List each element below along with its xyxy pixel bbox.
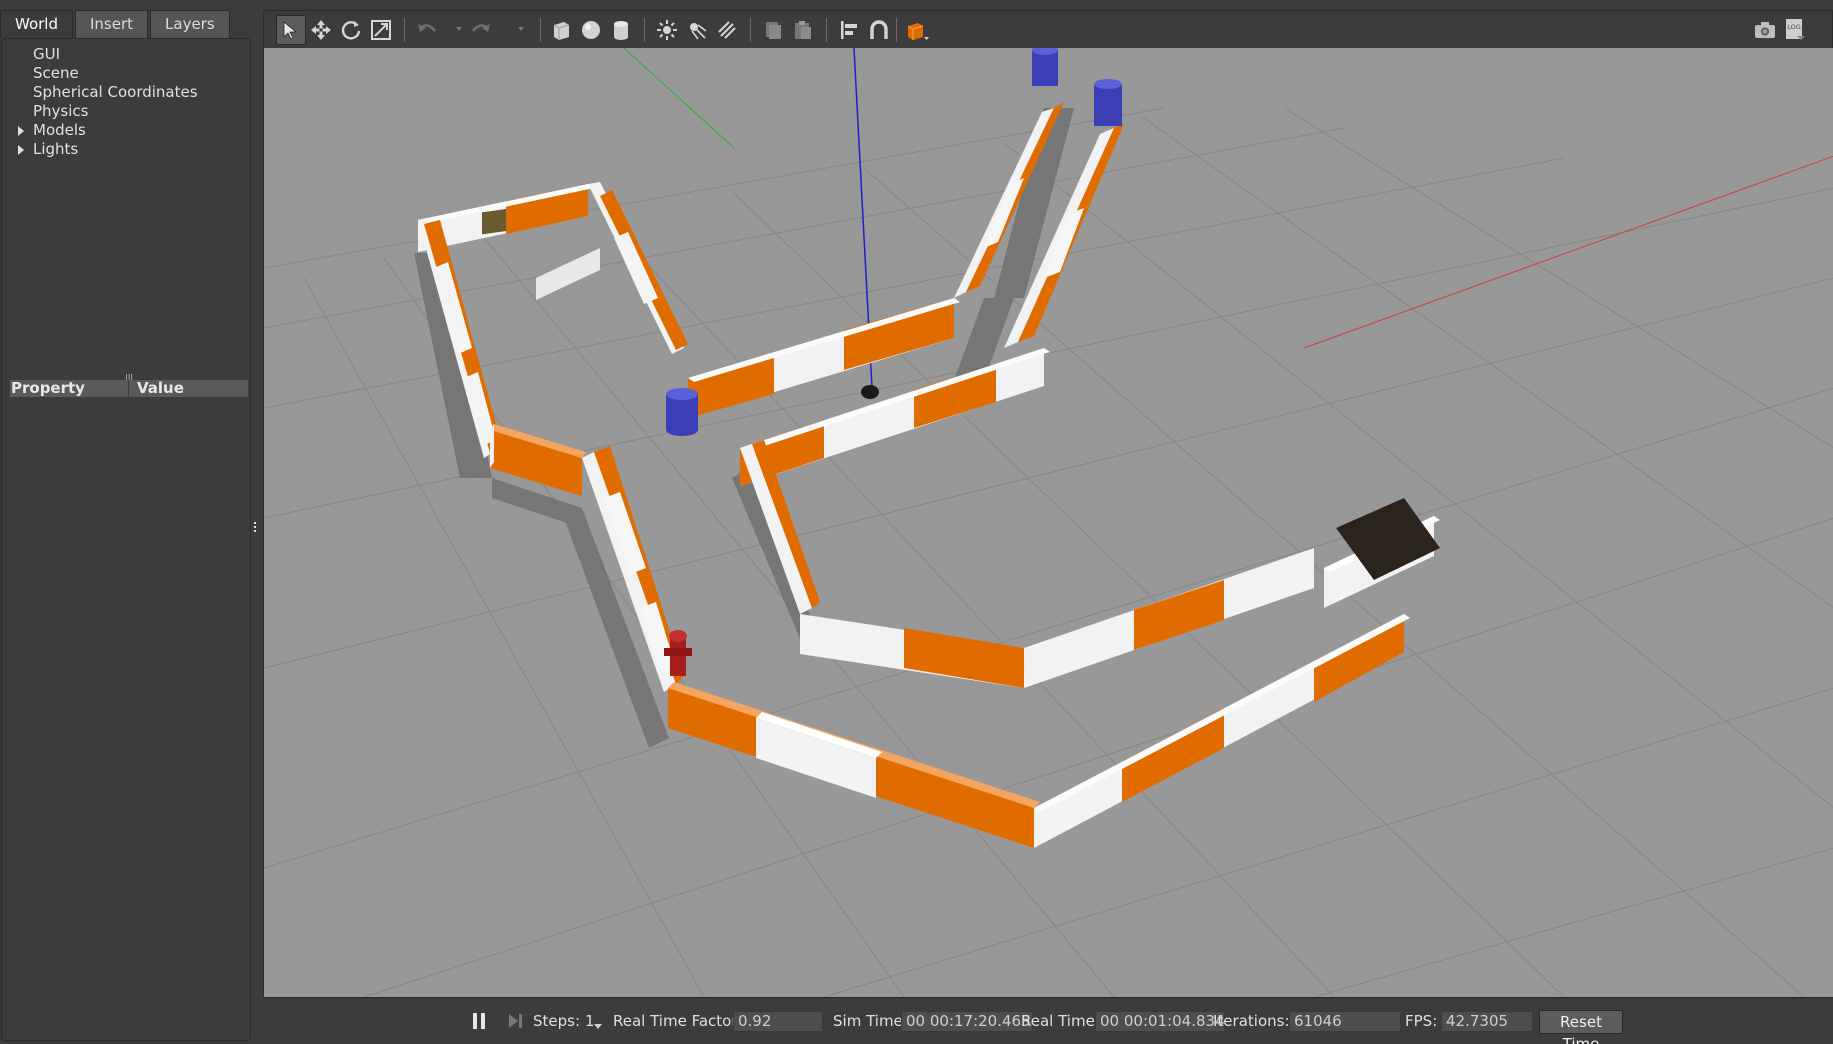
left-panel: World Insert Layers GUI Scene Spherical … — [0, 0, 255, 1044]
expand-arrow-icon[interactable] — [18, 145, 24, 155]
scale-mode-icon — [371, 20, 391, 40]
rotate-mode-icon — [341, 21, 361, 40]
point-light-icon — [657, 20, 677, 40]
tree-item-label: Lights — [33, 140, 79, 158]
tree-item-physics[interactable]: Physics — [2, 102, 250, 121]
world-pane: GUI Scene Spherical Coordinates Physics … — [1, 38, 251, 1041]
box-shape-button[interactable] — [546, 15, 576, 45]
tree-item-spherical-coordinates[interactable]: Spherical Coordinates — [2, 83, 250, 102]
spot-light-icon — [690, 23, 707, 40]
point-light-button[interactable] — [652, 15, 682, 45]
toolbar-separator — [404, 18, 405, 42]
sphere-shape-icon — [582, 21, 600, 39]
undo-button[interactable] — [412, 15, 442, 45]
spot-light-button[interactable] — [682, 15, 712, 45]
rtf-label: Real Time Factor: — [613, 1012, 743, 1030]
toolbar-separator — [896, 18, 897, 42]
tab-insert[interactable]: Insert — [75, 10, 149, 38]
tree-item-label: Models — [33, 121, 86, 139]
undo-history-dropdown-icon[interactable] — [456, 27, 462, 31]
steps-label: Steps: — [533, 1012, 581, 1030]
gazebo-window: World Insert Layers GUI Scene Spherical … — [0, 0, 1833, 1044]
log-button[interactable]: LOG — [1780, 15, 1810, 45]
expand-arrow-icon[interactable] — [18, 126, 24, 136]
screenshot-button[interactable] — [1750, 15, 1780, 45]
sim-time-field: 00 00:17:20.465 — [901, 1011, 1033, 1032]
view-angle-icon — [907, 23, 929, 40]
property-column-header[interactable]: Property — [10, 380, 129, 397]
sphere-shape-button[interactable] — [576, 15, 606, 45]
scene-render[interactable] — [264, 48, 1833, 997]
redo-history-dropdown-icon[interactable] — [518, 27, 524, 31]
rotate-mode-button[interactable] — [336, 15, 366, 45]
property-table-header: Property Value — [10, 380, 248, 397]
tree-item-models[interactable]: Models — [2, 121, 250, 140]
align-icon — [841, 21, 857, 39]
tree-item-scene[interactable]: Scene — [2, 64, 250, 83]
tree-item-lights[interactable]: Lights — [2, 140, 250, 159]
tree-item-label: GUI — [33, 45, 61, 63]
toolbar: LOG — [263, 10, 1833, 48]
real-time-field: 00 00:01:04.834 — [1095, 1011, 1225, 1032]
directional-light-button[interactable] — [712, 15, 742, 45]
cylinder-shape-icon — [614, 21, 628, 40]
redo-icon — [471, 24, 490, 32]
panel-splitter-handle[interactable] — [253, 520, 258, 540]
iterations-label: Iterations: — [1213, 1012, 1290, 1030]
undo-icon — [418, 24, 437, 32]
copy-button[interactable] — [758, 15, 788, 45]
snap-icon — [870, 20, 888, 39]
tree-item-label: Physics — [33, 102, 89, 120]
paste-icon — [795, 21, 811, 39]
redo-button[interactable] — [466, 15, 496, 45]
view-angle-button[interactable] — [902, 15, 932, 45]
align-button[interactable] — [834, 15, 864, 45]
paste-button[interactable] — [788, 15, 818, 45]
box-shape-icon — [553, 22, 570, 40]
fps-field: 42.7305 — [1441, 1011, 1533, 1032]
translate-mode-icon — [311, 20, 331, 40]
log-icon-text: LOG — [1787, 23, 1801, 31]
fps-label: FPS: — [1405, 1012, 1438, 1030]
tree-item-gui[interactable]: GUI — [2, 45, 250, 64]
small-box — [482, 208, 506, 235]
cylinder-shape-button[interactable] — [606, 15, 636, 45]
3d-viewport[interactable] — [263, 48, 1833, 997]
tab-layers[interactable]: Layers — [150, 10, 230, 38]
pause-icon-bar — [481, 1013, 485, 1029]
robot-model — [861, 385, 879, 399]
steps-spin-icon[interactable] — [594, 1024, 602, 1030]
rtf-field: 0.92 — [733, 1011, 823, 1032]
value-column-header[interactable]: Value — [129, 380, 184, 397]
tab-world[interactable]: World — [0, 10, 73, 38]
directional-light-icon — [718, 21, 736, 39]
tree-item-label: Spherical Coordinates — [33, 83, 198, 101]
left-tab-bar: World Insert Layers — [0, 10, 232, 38]
snap-button[interactable] — [864, 15, 894, 45]
toolbar-separator — [540, 18, 541, 42]
toolbar-separator — [826, 18, 827, 42]
log-icon: LOG — [1786, 19, 1805, 40]
sim-time-label: Sim Time: — [833, 1012, 908, 1030]
pause-button[interactable] — [471, 1012, 487, 1030]
reset-time-button[interactable]: Reset Time — [1539, 1010, 1623, 1044]
world-tree: GUI Scene Spherical Coordinates Physics … — [2, 45, 250, 159]
iterations-field: 61046 — [1289, 1011, 1401, 1032]
select-mode-button[interactable] — [276, 15, 306, 45]
translate-mode-button[interactable] — [306, 15, 336, 45]
toolbar-separator — [644, 18, 645, 42]
copy-icon — [766, 22, 781, 39]
real-time-label: Real Time: — [1021, 1012, 1100, 1030]
tree-item-label: Scene — [33, 64, 79, 82]
screenshot-icon — [1755, 22, 1775, 38]
simulation-status-bar: Steps: 1 Real Time Factor: 0.92 Sim Time… — [263, 997, 1833, 1044]
step-icon[interactable] — [507, 1013, 523, 1029]
scale-mode-button[interactable] — [366, 15, 396, 45]
pause-icon — [473, 1013, 477, 1029]
toolbar-separator — [750, 18, 751, 42]
select-mode-icon — [283, 21, 298, 40]
